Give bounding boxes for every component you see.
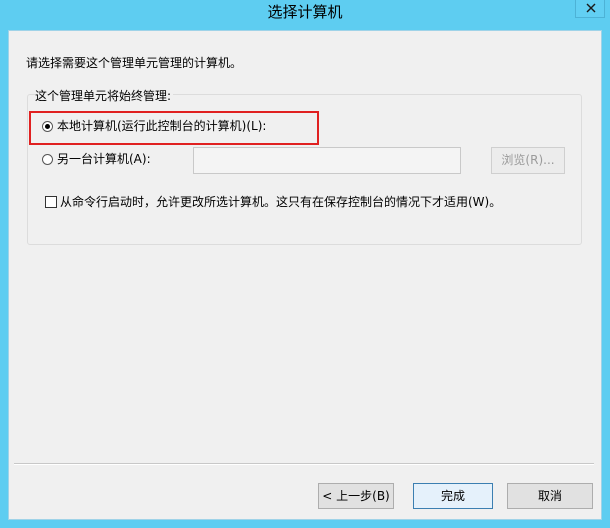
title-bar: 选择计算机	[0, 0, 610, 26]
other-computer-option[interactable]: 另一台计算机(A):	[42, 151, 151, 167]
instruction-text: 请选择需要这个管理单元管理的计算机。	[26, 56, 243, 70]
allow-change-option[interactable]: 从命令行启动时，允许更改所选计算机。这只有在保存控制台的情况下才适用(W)。	[45, 194, 501, 210]
close-icon	[586, 3, 596, 13]
cancel-button[interactable]: 取消	[507, 483, 593, 509]
footer-separator	[14, 463, 594, 465]
finish-button[interactable]: 完成	[413, 483, 493, 509]
allow-change-checkbox[interactable]	[45, 196, 57, 208]
group-label: 这个管理单元将始终管理:	[35, 88, 174, 104]
browse-button[interactable]: 浏览(R)...	[491, 147, 565, 174]
other-computer-radio[interactable]	[42, 153, 53, 165]
local-computer-option[interactable]: 本地计算机(运行此控制台的计算机)(L):	[42, 118, 266, 134]
allow-change-label: 从命令行启动时，允许更改所选计算机。这只有在保存控制台的情况下才适用(W)。	[60, 195, 502, 209]
close-button[interactable]	[575, 0, 605, 18]
window-title: 选择计算机	[267, 3, 343, 21]
dialog-body: 请选择需要这个管理单元管理的计算机。 这个管理单元将始终管理: 本地计算机(运行…	[8, 30, 602, 520]
select-computer-dialog: 选择计算机 请选择需要这个管理单元管理的计算机。 这个管理单元将始终管理: 本地…	[0, 0, 610, 528]
local-computer-radio[interactable]	[42, 120, 53, 132]
back-button[interactable]: < 上一步(B)	[318, 483, 394, 509]
other-computer-input[interactable]	[193, 147, 461, 174]
local-computer-label: 本地计算机(运行此控制台的计算机)(L):	[57, 119, 267, 133]
other-computer-label: 另一台计算机(A):	[57, 152, 151, 166]
